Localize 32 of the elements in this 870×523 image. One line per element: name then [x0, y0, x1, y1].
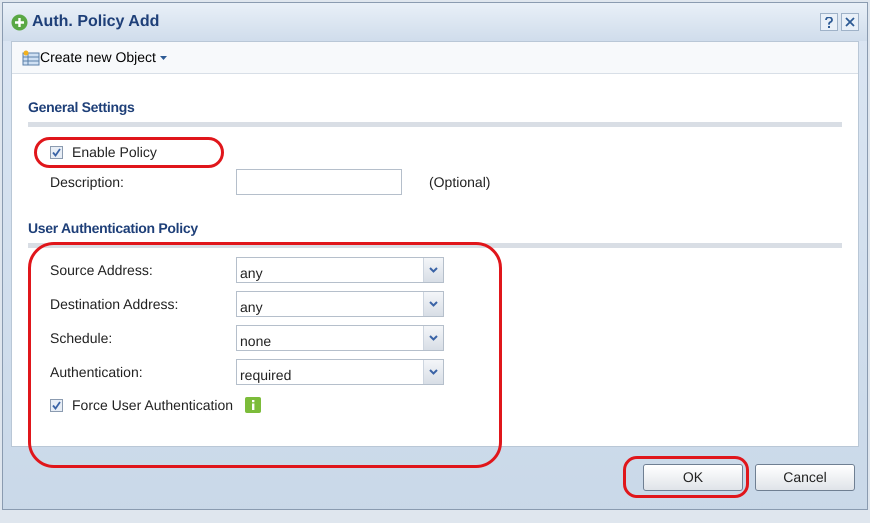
checkbox-label: Force User Authentication: [72, 396, 234, 414]
help-icon: [825, 16, 833, 28]
field-label: Description:: [50, 172, 125, 192]
add-icon: [11, 14, 28, 30]
dropdown[interactable]: none: [236, 325, 444, 351]
field-label: Authentication:: [50, 362, 144, 382]
section-heading: User Authentication Policy: [28, 219, 199, 238]
field-label: Schedule:: [50, 328, 114, 348]
close-icon: [845, 17, 855, 27]
ok-button[interactable]: OK: [643, 464, 743, 490]
checkbox[interactable]: [50, 146, 63, 158]
caret-icon: [160, 56, 167, 60]
field-label: Source Address:: [50, 260, 154, 280]
field-label: Destination Address:: [50, 294, 180, 314]
checkbox-label: Enable Policy: [72, 142, 157, 162]
create-object-button[interactable]: Create new Object: [22, 47, 167, 68]
section-heading: General Settings: [28, 98, 136, 117]
dropdown[interactable]: any: [236, 291, 444, 317]
chevron-down-icon: [429, 301, 438, 307]
window-title: Auth. Policy Add: [32, 12, 160, 32]
help-button[interactable]: [820, 13, 838, 31]
checkbox[interactable]: [50, 398, 63, 412]
chevron-down-icon: [429, 267, 438, 273]
chevron-down-icon: [429, 369, 438, 375]
chevron-down-icon: [429, 335, 438, 341]
dropdown[interactable]: required: [236, 359, 444, 385]
cancel-button[interactable]: Cancel: [755, 464, 855, 490]
optional-hint: (Optional): [429, 172, 490, 192]
description-field[interactable]: [236, 169, 402, 195]
dropdown[interactable]: any: [236, 257, 444, 283]
close-button[interactable]: [841, 13, 859, 31]
table-icon: [22, 50, 40, 66]
